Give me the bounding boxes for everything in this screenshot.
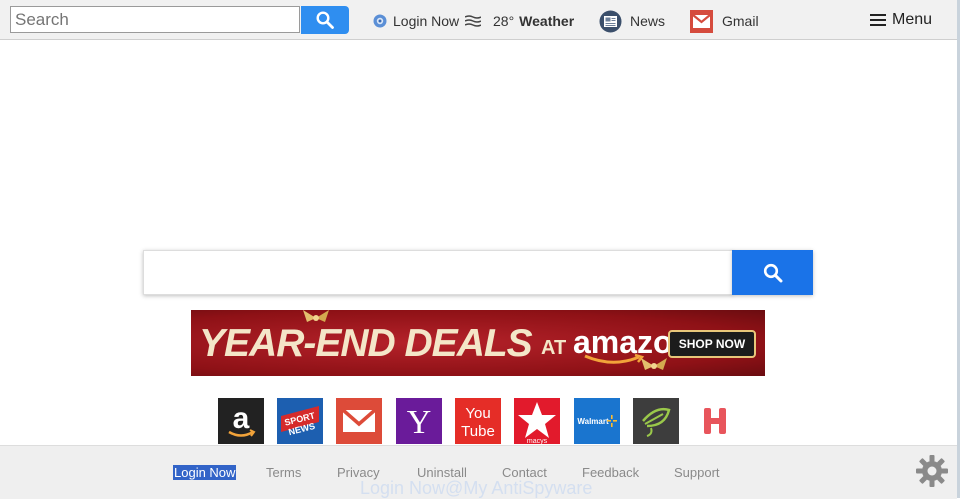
- weather-widget[interactable]: 28° Weather: [465, 11, 574, 31]
- footer-link-login[interactable]: Login Now: [173, 465, 237, 480]
- shortcut-youtube[interactable]: You Tube: [455, 398, 501, 444]
- login-now-link[interactable]: Login Now: [373, 11, 459, 31]
- svg-text:Y: Y: [407, 404, 432, 441]
- footer-link-terms[interactable]: Terms: [266, 465, 301, 480]
- svg-text:You: You: [465, 405, 490, 422]
- gift-bow-icon: [641, 358, 667, 370]
- search-icon: [763, 263, 782, 282]
- svg-text:a: a: [233, 402, 250, 435]
- search-icon: [316, 11, 334, 29]
- news-link[interactable]: News: [599, 9, 665, 33]
- banner-headline: YEAR-END DEALS: [199, 322, 533, 365]
- amazon-a-icon: a: [228, 402, 256, 437]
- footer-link-support[interactable]: Support: [674, 465, 720, 480]
- svg-text:Walmart: Walmart: [577, 417, 609, 426]
- shortcut-yahoo[interactable]: Y: [396, 398, 442, 444]
- shortcut-macys[interactable]: macys: [514, 398, 560, 444]
- leaf-icon: [633, 398, 679, 444]
- macys-star-icon: macys: [514, 398, 560, 444]
- gmail-envelope-icon: [336, 398, 382, 444]
- menu-button[interactable]: Menu: [870, 11, 932, 29]
- menu-label: Menu: [892, 11, 933, 28]
- gmail-icon: [690, 9, 713, 33]
- shortcut-sport-news[interactable]: SPORT NEWS: [277, 398, 323, 444]
- yahoo-y-icon: Y: [396, 398, 442, 444]
- main-search-input[interactable]: [143, 250, 733, 295]
- shortcut-amazon[interactable]: a: [218, 398, 264, 444]
- weather-wind-icon: [465, 15, 481, 27]
- shop-now-button[interactable]: SHOP NOW: [668, 330, 756, 358]
- shortcut-houzz[interactable]: [633, 398, 679, 444]
- shortcut-gmail[interactable]: [336, 398, 382, 444]
- weather-temperature: 28°: [493, 13, 515, 29]
- gmail-link[interactable]: Gmail: [690, 9, 759, 33]
- news-label: News: [630, 13, 666, 29]
- weather-label: Weather: [519, 13, 575, 29]
- news-icon: [599, 10, 622, 33]
- svg-text:macys: macys: [527, 438, 548, 444]
- hamburger-icon: [870, 14, 886, 26]
- login-globe-icon: [373, 14, 387, 28]
- hotels-h-icon: [704, 408, 726, 434]
- shortcut-walmart[interactable]: Walmart: [574, 398, 620, 444]
- shortcut-hotels[interactable]: [692, 398, 738, 444]
- gear-icon[interactable]: [915, 454, 949, 488]
- youtube-icon: You Tube: [455, 398, 501, 444]
- toolbar-search-button[interactable]: [301, 6, 349, 34]
- main-search-button[interactable]: [732, 250, 813, 295]
- toolbar-search-input[interactable]: [10, 6, 300, 33]
- svg-text:Tube: Tube: [461, 423, 495, 440]
- watermark-text: Login Now@My AntiSpyware: [360, 478, 593, 498]
- amazon-deals-banner[interactable]: YEAR-END DEALS AT amazon SHOP NOW: [191, 310, 765, 376]
- sport-news-icon: SPORT NEWS: [277, 398, 323, 444]
- banner-at: AT: [541, 337, 567, 359]
- gmail-label: Gmail: [722, 13, 759, 29]
- login-now-label: Login Now: [393, 13, 460, 29]
- walmart-spark-icon: Walmart: [574, 398, 620, 444]
- amazon-smile-icon: [584, 354, 645, 364]
- toolbar: Login Now 28° Weather News: [0, 0, 957, 40]
